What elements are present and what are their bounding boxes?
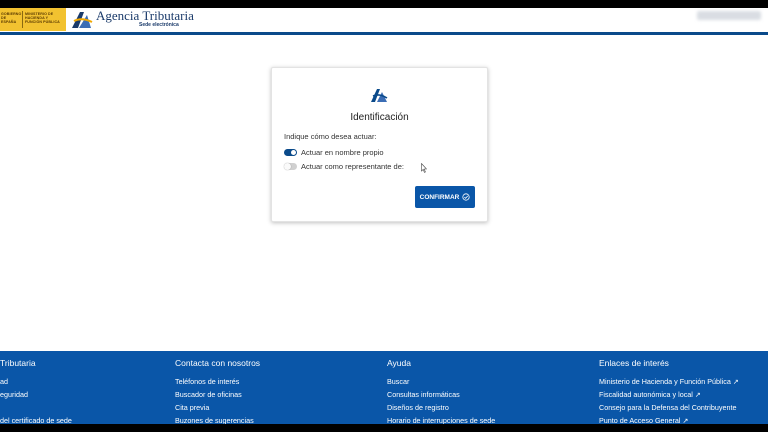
- browser-viewport: GOBIERNO DE ESPAÑA MINISTERIO DE HACIEND…: [0, 8, 768, 424]
- footer-link[interactable]: Teléfonos de interés: [175, 377, 239, 386]
- option-representative[interactable]: Actuar como representante de:: [284, 162, 484, 174]
- toggle-switch-on[interactable]: [284, 149, 297, 156]
- footer-link[interactable]: ad: [0, 377, 8, 386]
- government-logo[interactable]: GOBIERNO DE ESPAÑA MINISTERIO DE HACIEND…: [0, 8, 66, 31]
- footer-link[interactable]: eguridad: [0, 390, 28, 399]
- footer-link[interactable]: Buscar: [387, 377, 409, 386]
- option-label: Actuar en nombre propio: [301, 148, 384, 157]
- confirm-button[interactable]: CONFIRMAR: [415, 186, 475, 208]
- aeat-logo-icon: [371, 89, 388, 102]
- footer-link-label: Punto de Acceso General: [599, 416, 681, 424]
- brand-subtitle: Sede electrónica: [139, 22, 179, 28]
- site-footer: Tributaria ad eguridad del certificado d…: [0, 351, 768, 424]
- footer-link[interactable]: Horario de interrupciones de sede: [387, 416, 495, 424]
- gov-separator: [22, 11, 23, 28]
- footer-link[interactable]: Punto de Acceso General ↗: [599, 416, 688, 424]
- option-label: Actuar como representante de:: [301, 162, 404, 171]
- footer-heading-enlaces: Enlaces de interés: [599, 358, 669, 368]
- external-link-icon: ↗: [682, 418, 689, 424]
- toggle-switch-off[interactable]: [284, 163, 297, 170]
- footer-link[interactable]: Cita previa: [175, 403, 209, 412]
- option-own-name[interactable]: Actuar en nombre propio: [284, 148, 484, 160]
- confirm-label: CONFIRMAR: [419, 193, 460, 201]
- footer-link[interactable]: Buscador de oficinas: [175, 390, 242, 399]
- gov-right-text: MINISTERIO DE HACIENDA Y FUNCIÓN PÚBLICA: [25, 12, 60, 24]
- footer-link[interactable]: Ministerio de Hacienda y Función Pública…: [599, 377, 739, 386]
- footer-heading-contacta: Contacta con nosotros: [175, 358, 261, 368]
- header-divider: [0, 32, 768, 35]
- footer-link-label: Ministerio de Hacienda y Función Pública: [599, 377, 731, 386]
- footer-link[interactable]: Fiscalidad autonómica y local ↗: [599, 390, 701, 399]
- card-prompt: Indique cómo desea actuar:: [284, 132, 377, 141]
- identification-card: Identificación Indique cómo desea actuar…: [271, 67, 488, 222]
- mouse-cursor-icon: [421, 163, 427, 173]
- external-link-icon: ↗: [732, 379, 739, 386]
- footer-link[interactable]: Consejo para la Defensa del Contribuyent…: [599, 403, 736, 412]
- site-header: GOBIERNO DE ESPAÑA MINISTERIO DE HACIEND…: [0, 8, 768, 32]
- footer-link[interactable]: Buzones de sugerencias: [175, 416, 254, 424]
- check-circle-icon: [462, 193, 470, 201]
- footer-heading-tributaria: Tributaria: [0, 358, 36, 368]
- user-name-blurred[interactable]: [697, 11, 761, 20]
- footer-link[interactable]: Diseños de registro: [387, 403, 449, 412]
- gov-left-text: GOBIERNO DE ESPAÑA: [1, 12, 22, 24]
- footer-link-label: Fiscalidad autonómica y local: [599, 390, 693, 399]
- footer-link[interactable]: Consultas informáticas: [387, 390, 460, 399]
- footer-heading-ayuda: Ayuda: [387, 358, 411, 368]
- external-link-icon: ↗: [694, 392, 701, 399]
- footer-link[interactable]: del certificado de sede: [0, 416, 72, 424]
- card-title: Identificación: [350, 112, 409, 123]
- aeat-logo-icon[interactable]: [70, 9, 94, 29]
